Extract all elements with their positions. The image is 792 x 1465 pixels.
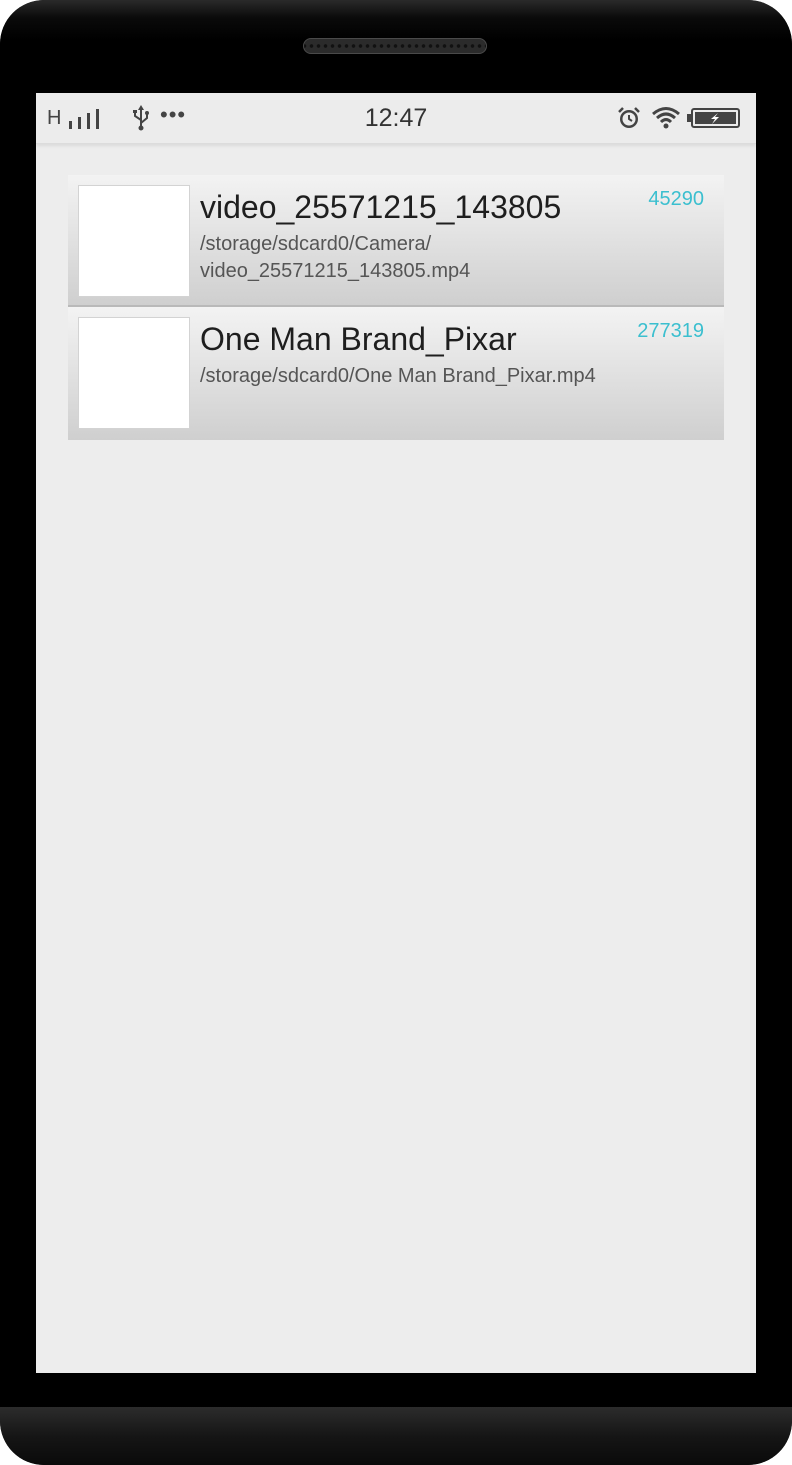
video-thumbnail [78, 185, 190, 297]
video-size: 45290 [648, 188, 704, 210]
video-list-item[interactable]: video_25571215_143805 /storage/sdcard0/C… [68, 175, 724, 307]
phone-frame: H ••• 12:47 video_25571215_143805 /stora… [0, 0, 792, 1465]
alarm-icon [618, 107, 640, 128]
video-list-item[interactable]: One Man Brand_Pixar /storage/sdcard0/One… [68, 307, 724, 440]
video-path: /storage/sdcard0/One Man Brand_Pixar.mp4 [200, 363, 640, 390]
battery-charging-icon [687, 108, 740, 128]
earpiece-speaker [303, 38, 487, 54]
phone-bottom-bezel [0, 1407, 792, 1465]
screen: H ••• 12:47 video_25571215_143805 /stora… [36, 93, 756, 1373]
video-thumbnail [78, 317, 190, 429]
phone-top-bezel [0, 0, 792, 93]
video-path: /storage/sdcard0/Camera/ video_25571215_… [200, 231, 640, 285]
status-bar: H ••• 12:47 [36, 93, 756, 144]
video-title: video_25571215_143805 [200, 189, 562, 225]
video-path-line: video_25571215_143805.mp4 [200, 260, 471, 282]
wifi-icon [652, 107, 680, 129]
video-path-line: /storage/sdcard0/One Man Brand_Pixar.mp4 [200, 365, 596, 387]
video-path-line: /storage/sdcard0/Camera/ [200, 233, 432, 255]
video-list: video_25571215_143805 /storage/sdcard0/C… [68, 175, 724, 440]
video-size: 277319 [637, 320, 704, 342]
video-title: One Man Brand_Pixar [200, 321, 517, 357]
status-time: 12:47 [364, 104, 428, 132]
